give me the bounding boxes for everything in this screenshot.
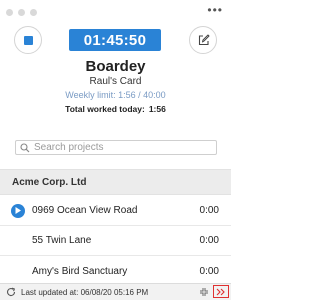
total-worked-value: 1:56	[148, 104, 166, 114]
more-menu-button[interactable]: •••	[207, 4, 223, 16]
search-icon	[20, 142, 30, 152]
minimize-window-dot[interactable]	[18, 9, 25, 16]
timer-app-window: ••• 01:45:50 Boardey Raul's Card Weekly …	[0, 0, 231, 300]
expand-button[interactable]	[213, 285, 229, 298]
total-worked-label: Total worked today:	[65, 104, 145, 114]
organization-name: Boardey	[85, 58, 146, 75]
refresh-icon[interactable]	[6, 287, 16, 297]
stop-timer-button[interactable]	[14, 26, 42, 54]
task-row[interactable]: 55 Twin Lane 0:00	[0, 226, 231, 256]
play-icon[interactable]	[11, 203, 25, 218]
total-worked-today: Total worked today: 1:56	[0, 104, 231, 114]
search-box[interactable]	[15, 140, 217, 155]
search-input[interactable]	[34, 142, 204, 153]
task-name: 0969 Ocean View Road	[32, 205, 138, 216]
card-name: Raul's Card	[89, 76, 142, 87]
stop-icon	[23, 35, 33, 45]
window-controls	[6, 9, 37, 16]
close-window-dot[interactable]	[6, 9, 13, 16]
expand-icon	[216, 288, 225, 295]
last-updated-text: Last updated at: 06/08/20 05:16 PM	[21, 288, 149, 297]
task-time: 0:00	[199, 205, 219, 216]
timer-display: 01:45:50	[69, 29, 161, 51]
maximize-window-dot[interactable]	[30, 9, 37, 16]
task-name: Amy's Bird Sanctuary	[32, 265, 128, 277]
compress-icon[interactable]	[199, 287, 209, 297]
task-time: 0:00	[199, 265, 219, 277]
task-row[interactable]: Amy's Bird Sanctuary 0:00	[0, 256, 231, 286]
task-time: 0:00	[199, 235, 219, 246]
edit-entry-button[interactable]	[189, 26, 217, 54]
weekly-limit: Weekly limit: 1:56 / 40:00	[65, 90, 166, 100]
status-footer: Last updated at: 06/08/20 05:16 PM	[0, 283, 231, 300]
task-row[interactable]: 0969 Ocean View Road 0:00	[0, 196, 231, 226]
edit-icon	[198, 34, 209, 45]
project-group-header[interactable]: Acme Corp. Ltd	[0, 169, 231, 195]
task-name: 55 Twin Lane	[32, 235, 92, 246]
